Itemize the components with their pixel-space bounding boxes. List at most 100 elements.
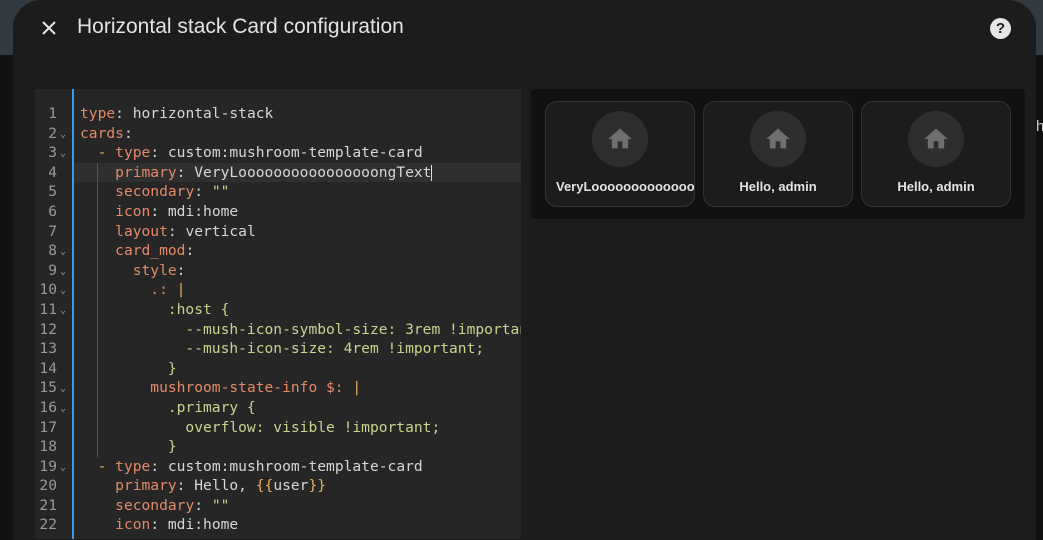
mushroom-template-card[interactable]: VeryLoooooooooooooooongText [545,101,695,207]
code-line[interactable]: 16 ⌄ .primary { [35,398,521,418]
code-token: layout [115,222,168,240]
code-line[interactable]: 11 ⌄ :host { [35,300,521,320]
line-number: 15 [39,379,57,397]
line-number: 2 [48,124,57,142]
line-number: 5 [48,183,57,201]
code-line[interactable]: 13 --mush-icon-size: 4rem !important; [35,339,521,359]
code-text: --mush-icon-size: 4rem !important; [74,339,521,359]
icon-badge [592,111,648,167]
line-number: 20 [39,477,57,495]
code-line[interactable]: 12 --mush-icon-symbol-size: 3rem !import… [35,320,521,340]
code-token: : [194,496,212,514]
mushroom-template-card[interactable]: Hello, admin [703,101,853,207]
code-token: }} [308,477,327,495]
code-text: :host { [74,300,521,320]
code-text: icon: mdi:home [74,515,521,535]
line-number: 4 [48,163,57,181]
code-token: | [176,281,186,299]
code-token: --mush-icon-size: 4rem !important; [80,340,485,358]
code-line[interactable]: 14 } [35,359,521,379]
fold-chevron-icon[interactable]: ⌄ [60,281,66,301]
fold-chevron-icon[interactable]: ⌄ [60,125,66,145]
fold-chevron-icon[interactable]: ⌄ [60,399,66,419]
code-text: overflow: visible !important; [74,418,521,438]
code-token: user [273,477,309,495]
code-lines[interactable]: 1 type: horizontal-stack 2 ⌄ cards: 3 ⌄ - type… [35,104,521,535]
code-token: type [115,144,151,162]
code-line[interactable]: 4 primary: VeryLoooooooooooooooongText [35,162,521,183]
card-primary-text: Hello, admin [739,179,817,194]
line-number: 17 [39,418,57,436]
code-line[interactable]: 22 icon: mdi:home [35,515,521,535]
code-token: {{ [255,477,274,495]
code-text: mushroom-state-info $: | [74,378,521,398]
code-line[interactable]: 20 primary: Hello, {{user}} [35,476,521,496]
line-number: 22 [39,516,57,534]
code-token: : mdi:home [150,202,239,220]
code-token: : [123,124,133,142]
line-number: 21 [39,496,57,514]
line-number: 14 [39,359,57,377]
yaml-code-editor[interactable]: 1 type: horizontal-stack 2 ⌄ cards: 3 ⌄ - type… [35,89,521,539]
line-number: 13 [39,340,57,358]
code-text: secondary: "" [74,182,521,202]
code-token: secondary [115,496,195,514]
code-text: - type: custom:mushroom-template-card [74,457,521,477]
line-number: 19 [39,457,57,475]
line-number: 11 [39,300,57,318]
code-line[interactable]: 5 secondary: "" [35,182,521,202]
line-number: 18 [39,438,57,456]
code-line[interactable]: 3 ⌄ - type: custom:mushroom-template-card [35,143,521,163]
code-line[interactable]: 18 } [35,437,521,457]
line-number: 12 [39,320,57,338]
card-config-dialog: Horizontal stack Card configuration ? 1t… [13,0,1036,540]
code-text: icon: mdi:home [74,202,521,222]
close-icon [42,21,56,35]
code-line[interactable]: 7 layout: vertical [35,222,521,242]
fold-chevron-icon[interactable]: ⌄ [60,379,66,399]
code-line[interactable]: 10 ⌄ .: | [35,280,521,300]
line-number: 8 [48,242,57,260]
code-line[interactable]: 2 ⌄ cards: [35,124,521,144]
code-line[interactable]: 19 ⌄ - type: custom:mushroom-template-car… [35,457,521,477]
code-token: : [176,261,186,279]
code-token: --mush-icon-symbol-size: 3rem !important… [80,320,521,338]
code-token: : Hello, [176,477,256,495]
home-icon [608,128,632,149]
code-token: : custom:mushroom-template-card [150,457,423,475]
card-primary-text: Hello, admin [897,179,975,194]
code-line[interactable]: 15 ⌄ mushroom-state-info $: | [35,378,521,398]
code-line[interactable]: 9 ⌄ style: [35,261,521,281]
line-number: 16 [39,398,57,416]
code-line[interactable]: 8 ⌄ card_mod: [35,241,521,261]
close-button[interactable] [37,16,61,40]
code-token: icon [115,516,151,534]
code-text: } [74,437,521,457]
fold-chevron-icon[interactable]: ⌄ [60,458,66,478]
line-number: 6 [48,202,57,220]
line-number: 7 [48,222,57,240]
code-token: cards [80,124,124,142]
mushroom-template-card[interactable]: Hello, admin [861,101,1011,207]
code-token: :host { [80,300,230,318]
code-line[interactable]: 1 type: horizontal-stack [35,104,521,124]
help-button[interactable]: ? [990,18,1011,39]
code-token: - [80,144,116,162]
code-line[interactable]: 17 overflow: visible !important; [35,418,521,438]
fold-chevron-icon[interactable]: ⌄ [60,242,66,262]
fold-chevron-icon[interactable]: ⌄ [60,301,66,321]
code-line[interactable]: 6 icon: mdi:home [35,202,521,222]
fold-chevron-icon[interactable]: ⌄ [60,144,66,164]
fold-chevron-icon[interactable]: ⌄ [60,262,66,282]
dialog-title: Horizontal stack Card configuration [77,15,404,38]
code-token: : mdi:home [150,516,239,534]
code-text: .: | [74,280,521,300]
code-token: primary [115,477,177,495]
code-text: --mush-icon-symbol-size: 3rem !important… [74,320,521,340]
code-token: .primary { [80,398,256,416]
code-text: style: [74,261,521,281]
code-line[interactable]: 21 secondary: "" [35,496,521,516]
